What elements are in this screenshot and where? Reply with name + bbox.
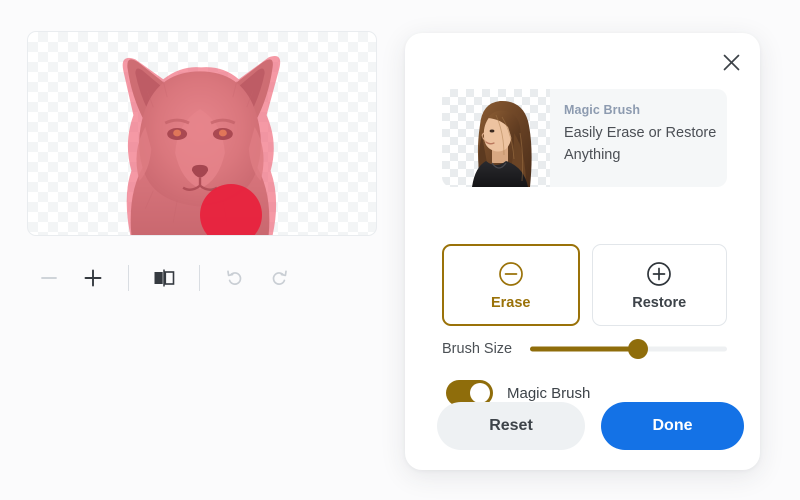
zoom-out-button[interactable] bbox=[27, 256, 71, 300]
promo-card: Magic Brush Easily Erase or Restore Anyt… bbox=[442, 89, 727, 187]
undo-icon bbox=[227, 270, 242, 285]
magic-brush-panel: Magic Brush Easily Erase or Restore Anyt… bbox=[405, 33, 760, 470]
close-icon bbox=[723, 54, 739, 70]
promo-text: Magic Brush Easily Erase or Restore Anyt… bbox=[550, 89, 727, 187]
plus-circle-icon bbox=[647, 261, 672, 286]
slider-thumb[interactable] bbox=[628, 339, 649, 359]
woman-portrait-illustration bbox=[472, 100, 532, 187]
restore-mode-label: Restore bbox=[632, 294, 687, 311]
close-button[interactable] bbox=[714, 45, 748, 79]
brush-size-row: Brush Size bbox=[442, 336, 727, 362]
done-button[interactable]: Done bbox=[601, 402, 744, 450]
magic-brush-toggle-label: Magic Brush bbox=[507, 384, 591, 402]
brush-size-label: Brush Size bbox=[442, 341, 513, 357]
minus-circle-icon bbox=[498, 261, 523, 286]
mode-selector: Erase Restore bbox=[442, 244, 727, 326]
reset-button[interactable]: Reset bbox=[437, 402, 585, 450]
redo-button[interactable] bbox=[257, 256, 301, 300]
undo-button[interactable] bbox=[213, 256, 257, 300]
erase-mode-button[interactable]: Erase bbox=[442, 244, 580, 326]
toolbar-divider-2 bbox=[199, 265, 200, 291]
plus-icon bbox=[84, 269, 102, 287]
redo-icon bbox=[272, 270, 287, 285]
compare-icon bbox=[154, 269, 175, 287]
zoom-in-button[interactable] bbox=[71, 256, 115, 300]
promo-headline: Easily Erase or Restore Anything bbox=[564, 125, 717, 164]
promo-eyebrow: Magic Brush bbox=[564, 103, 641, 117]
toolbar-divider-1 bbox=[128, 265, 129, 291]
compare-button[interactable] bbox=[142, 256, 186, 300]
editor-area bbox=[0, 0, 400, 500]
erase-mode-label: Erase bbox=[490, 294, 531, 311]
editor-toolbar bbox=[27, 255, 357, 301]
minus-icon bbox=[41, 277, 57, 279]
image-canvas[interactable] bbox=[27, 31, 377, 236]
restore-mode-button[interactable]: Restore bbox=[591, 244, 727, 326]
slider-fill bbox=[530, 346, 639, 352]
panel-footer: Reset Done bbox=[437, 402, 744, 450]
brush-size-slider[interactable] bbox=[530, 339, 727, 359]
promo-thumbnail bbox=[442, 89, 550, 187]
